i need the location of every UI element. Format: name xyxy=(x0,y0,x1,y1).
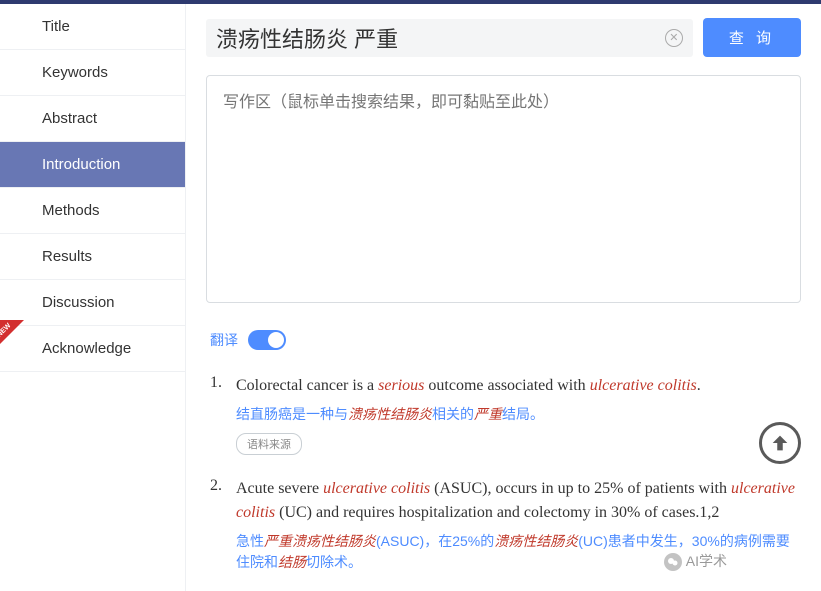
arrow-up-icon xyxy=(769,432,791,454)
sidebar-label: Results xyxy=(42,248,92,265)
main-container: Title Keywords Abstract Introduction Met… xyxy=(0,4,821,591)
sidebar-label: Discussion xyxy=(42,294,115,311)
translate-toggle[interactable] xyxy=(248,330,286,350)
results-list: 1. Colorectal cancer is a serious outcom… xyxy=(206,374,801,573)
sidebar-item-methods[interactable]: Methods xyxy=(0,188,185,234)
translate-row: 翻译 xyxy=(210,330,801,350)
sidebar-item-acknowledge[interactable]: NEW Acknowledge xyxy=(0,326,185,372)
sidebar-item-keywords[interactable]: Keywords xyxy=(0,50,185,96)
query-button[interactable]: 查 询 xyxy=(703,18,801,57)
write-area[interactable] xyxy=(206,75,801,303)
sidebar-item-discussion[interactable]: Discussion xyxy=(0,280,185,326)
watermark: AI学术 xyxy=(664,551,727,571)
result-number: 2. xyxy=(210,477,224,573)
sidebar-label: Title xyxy=(42,18,70,35)
sidebar-item-title[interactable]: Title xyxy=(0,4,185,50)
sidebar-label: Abstract xyxy=(42,110,97,127)
sidebar-label: Methods xyxy=(42,202,100,219)
result-item[interactable]: 1. Colorectal cancer is a serious outcom… xyxy=(210,374,801,455)
source-button[interactable]: 语料来源 xyxy=(236,433,302,455)
sidebar-item-introduction[interactable]: Introduction xyxy=(0,142,185,188)
search-box: ✕ xyxy=(206,19,693,57)
translate-label: 翻译 xyxy=(210,330,238,350)
main-panel: ✕ 查 询 翻译 1. Colorectal cancer is a serio… xyxy=(186,4,821,591)
search-row: ✕ 查 询 xyxy=(206,18,801,57)
sidebar: Title Keywords Abstract Introduction Met… xyxy=(0,4,186,591)
sidebar-label: Keywords xyxy=(42,64,108,81)
scroll-to-top-button[interactable] xyxy=(759,422,801,464)
result-number: 1. xyxy=(210,374,224,455)
sidebar-label: Acknowledge xyxy=(42,340,131,357)
clear-icon[interactable]: ✕ xyxy=(665,29,683,47)
result-english: Colorectal cancer is a serious outcome a… xyxy=(236,374,801,398)
sidebar-item-results[interactable]: Results xyxy=(0,234,185,280)
wechat-icon xyxy=(664,553,682,571)
sidebar-item-abstract[interactable]: Abstract xyxy=(0,96,185,142)
result-body: Colorectal cancer is a serious outcome a… xyxy=(236,374,801,455)
result-english: Acute severe ulcerative colitis (ASUC), … xyxy=(236,477,801,525)
result-chinese: 结直肠癌是一种与溃疡性结肠炎相关的严重结局。 xyxy=(236,404,801,425)
sidebar-label: Introduction xyxy=(42,156,120,173)
search-input[interactable] xyxy=(216,25,665,51)
watermark-text: AI学术 xyxy=(686,553,727,569)
